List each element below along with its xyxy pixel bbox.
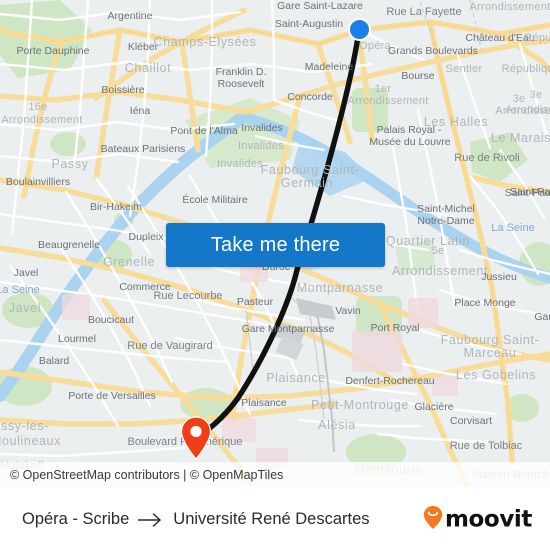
route-summary: Opéra - Scribe Université René Descartes: [22, 510, 370, 529]
origin-marker[interactable]: [348, 18, 371, 41]
destination-marker[interactable]: [180, 416, 212, 460]
map-attribution-bar: © OpenStreetMap contributors | © OpenMap…: [0, 462, 550, 487]
moovit-logo[interactable]: moovit: [422, 504, 532, 535]
map-canvas[interactable]: Argentine Porte Dauphine Kléber Champs-Elys…: [0, 0, 550, 487]
origin-label: Opéra - Scribe: [22, 510, 130, 528]
take-me-there-label: Take me there: [210, 233, 341, 256]
moovit-wordmark: moovit: [444, 506, 532, 533]
destination-label: Université René Descartes: [173, 510, 370, 528]
arrow-right-icon: [138, 512, 164, 527]
take-me-there-button[interactable]: Take me there: [166, 223, 385, 267]
attribution-text[interactable]: © OpenStreetMap contributors | © OpenMap…: [10, 468, 283, 482]
trip-footer: Opéra - Scribe Université René Descartes…: [0, 487, 550, 550]
moovit-pin-icon: [422, 504, 444, 535]
moovit-trip-map-screen: Argentine Porte Dauphine Kléber Champs-Elys…: [0, 0, 550, 550]
